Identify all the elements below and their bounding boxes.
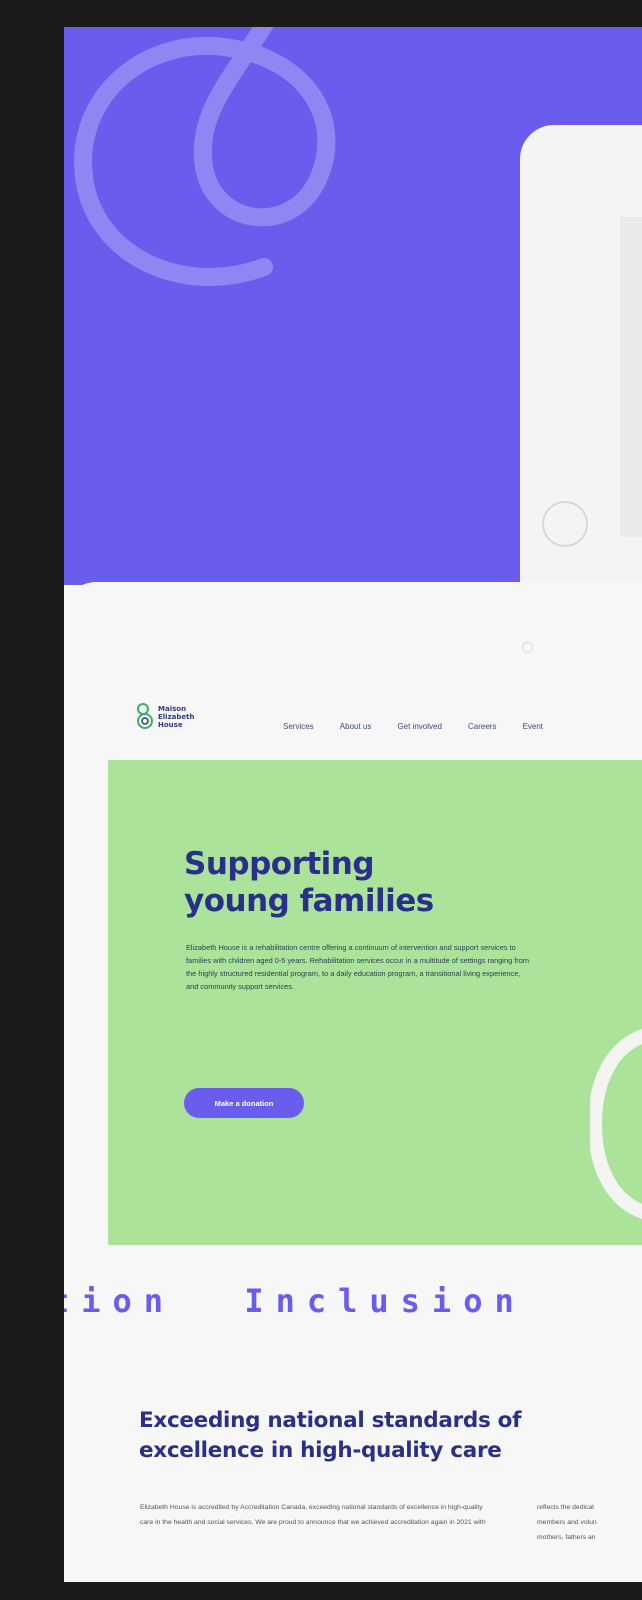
swirl-decoration [74,27,336,286]
nav-link-events[interactable]: Event [523,722,543,731]
mockup-frame: Maison Elizabeth House Services About us… [64,27,642,1582]
site-logo[interactable]: Maison Elizabeth House [134,700,224,740]
logo-text: Maison Elizabeth House [158,705,228,729]
logo-mark-icon [137,703,153,729]
nav-link-careers[interactable]: Careers [468,722,496,731]
logo-text-line: House [158,721,183,729]
paragraph-line: mothers, fathers an [537,1534,596,1541]
make-donation-button[interactable]: Make a donation [184,1088,304,1118]
hero-description: Elizabeth House is a rehabilitation cent… [186,943,530,991]
ticker-word: tion [64,1282,176,1320]
tablet-screen [620,217,642,537]
hero-section: Supporting young families Elizabeth Hous… [108,760,642,1245]
ring-decoration [590,1029,642,1219]
hero-title-line: young families [184,883,434,919]
camera-dot [522,642,533,653]
nav-link-get-involved[interactable]: Get involved [397,722,441,731]
paragraph-line: members and volun [537,1519,597,1526]
ticker-word: Inclusion [244,1282,526,1320]
hero-title: Supporting young families [184,846,564,920]
logo-text-line: Maison [158,705,187,713]
hero-title-line: Supporting [184,846,375,882]
logo-text-line: Elizabeth [158,713,195,721]
nav-link-services[interactable]: Services [283,722,314,731]
main-navigation: Services About us Get involved Careers E… [283,714,564,733]
standards-paragraph: Elizabeth House is accredited by Accredi… [140,1504,486,1526]
paragraph-line: reflects the dedicat [537,1504,595,1511]
standards-paragraph-continued: reflects the dedicat members and volun m… [537,1500,642,1545]
tablet-device-back [520,125,642,595]
standards-heading-line: excellence in high-quality care [139,1438,502,1463]
nav-link-about-us[interactable]: About us [340,722,372,731]
standards-heading-line: Exceeding national standards of [139,1408,522,1433]
scrolling-ticker: tion Inclusion [64,1282,564,1320]
tablet-home-button [542,501,588,547]
standards-heading: Exceeding national standards of excellen… [139,1406,639,1466]
site-header: Maison Elizabeth House Services About us… [108,700,642,744]
